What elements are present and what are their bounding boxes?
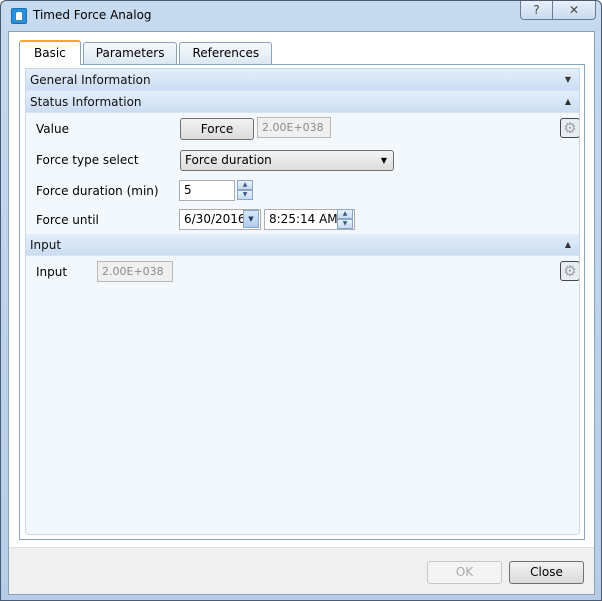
input-label: Input [36, 265, 68, 279]
gear-icon[interactable]: ⚙ [560, 261, 579, 281]
force-type-value: Force duration [185, 153, 272, 167]
section-header-general-information[interactable]: General Information ▼ [26, 69, 579, 91]
value-label: Value [36, 122, 69, 136]
dialog-client: Basic Parameters References General Info… [8, 31, 595, 595]
dialog-footer: OK Close [9, 547, 594, 594]
section-title: Input [30, 238, 62, 252]
dropdown-arrow-icon: ▼ [380, 156, 387, 165]
calendar-dropdown-icon[interactable]: ▼ [243, 210, 259, 228]
dialog-window: Timed Force Analog ? ✕ Basic Parameters … [0, 0, 602, 601]
tab-basic[interactable]: Basic [19, 40, 81, 65]
tab-panel-basic: General Information ▼ Status Information… [19, 64, 585, 540]
app-icon [11, 8, 27, 24]
help-button[interactable]: ? [520, 1, 553, 20]
date-value: 6/30/2016 [184, 212, 246, 226]
spin-down-icon[interactable]: ▼ [337, 219, 353, 229]
ok-button[interactable]: OK [427, 561, 502, 584]
force-duration-label: Force duration (min) [36, 184, 159, 198]
time-value: 8:25:14 AM [269, 212, 338, 226]
time-stepper[interactable]: ▲ ▼ [337, 209, 353, 229]
section-header-status-information[interactable]: Status Information ▲ [26, 91, 579, 113]
spin-up-icon[interactable]: ▲ [237, 180, 253, 190]
section-body-input: Input 2.00E+038 ⚙ [26, 256, 579, 534]
property-grid: General Information ▼ Status Information… [25, 68, 580, 535]
window-close-button[interactable]: ✕ [553, 1, 596, 20]
section-title: Status Information [30, 95, 142, 109]
force-until-label: Force until [36, 213, 99, 227]
force-duration-stepper[interactable]: ▲ ▼ [237, 180, 253, 200]
force-button[interactable]: Force [180, 118, 254, 140]
force-type-select[interactable]: Force duration ▼ [180, 150, 394, 171]
spin-up-icon[interactable]: ▲ [337, 209, 353, 219]
chevron-up-icon[interactable]: ▲ [565, 234, 571, 256]
spin-down-icon[interactable]: ▼ [237, 190, 253, 200]
close-button[interactable]: Close [509, 561, 584, 584]
window-title: Timed Force Analog [33, 8, 152, 22]
tab-strip: Basic Parameters References [19, 40, 274, 65]
chevron-up-icon[interactable]: ▲ [565, 91, 571, 113]
force-type-label: Force type select [36, 153, 139, 167]
title-bar: Timed Force Analog ? ✕ [1, 1, 601, 31]
value-field: 2.00E+038 [257, 117, 331, 138]
tab-parameters[interactable]: Parameters [82, 42, 178, 64]
section-title: General Information [30, 73, 151, 87]
section-header-input[interactable]: Input ▲ [26, 234, 579, 256]
section-body-status: Value Force 2.00E+038 ⚙ Force type selec… [26, 113, 579, 234]
tab-references[interactable]: References [179, 42, 273, 64]
force-duration-input[interactable]: 5 [179, 180, 235, 201]
gear-icon[interactable]: ⚙ [560, 118, 579, 138]
chevron-down-icon[interactable]: ▼ [565, 69, 571, 91]
input-value-field: 2.00E+038 [97, 261, 173, 282]
